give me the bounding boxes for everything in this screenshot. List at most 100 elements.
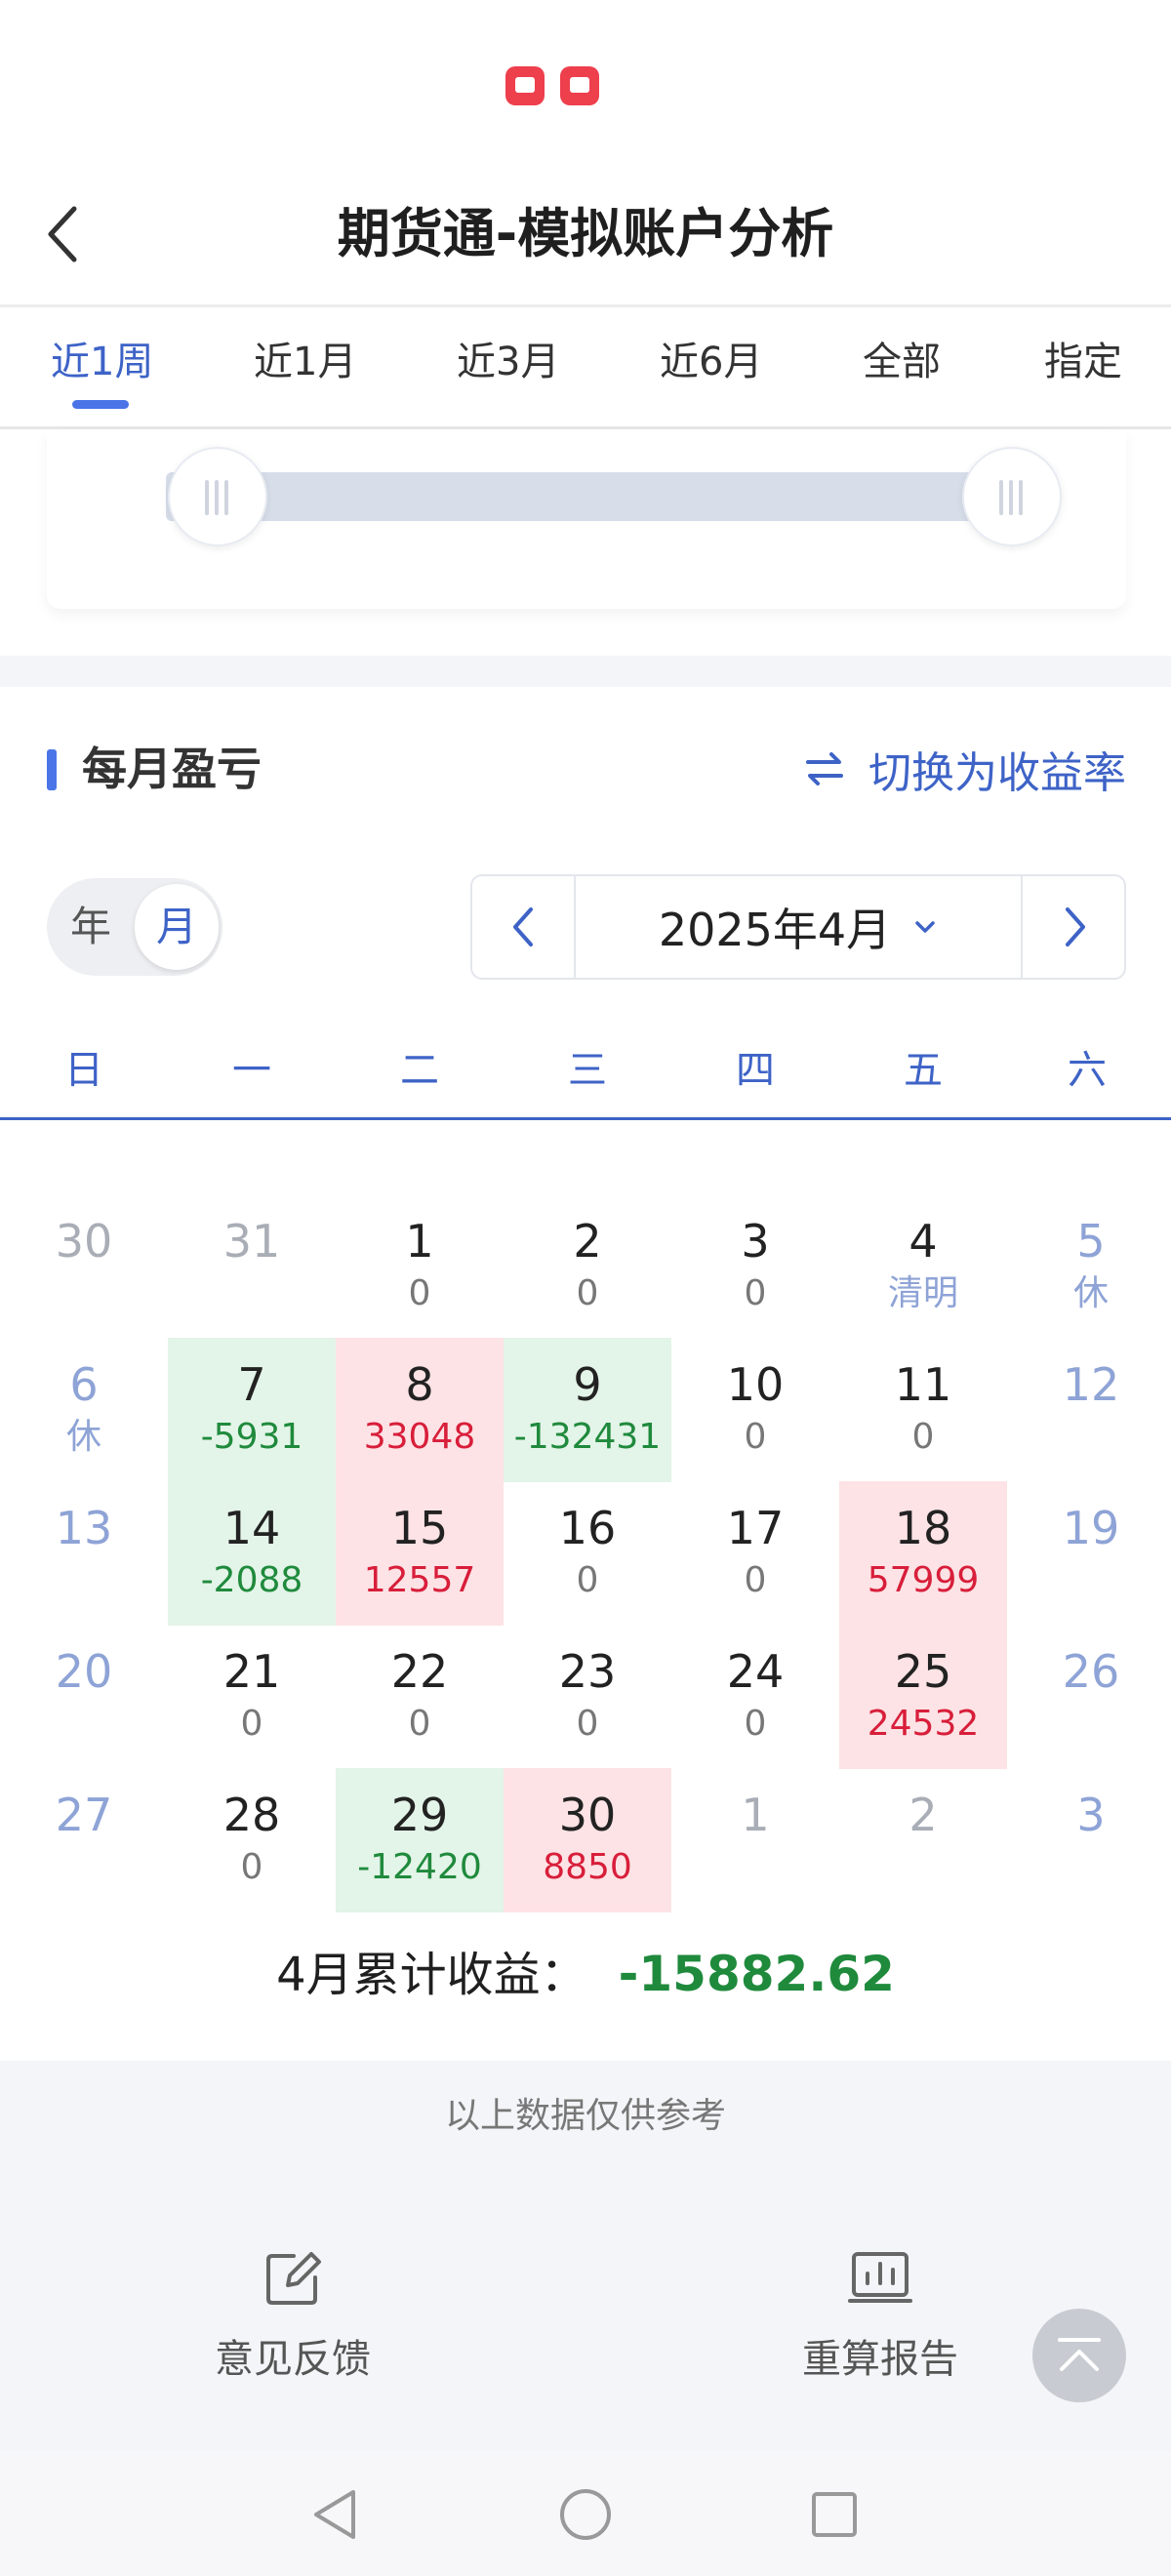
calendar-day-cell[interactable]: 12: [1007, 1338, 1171, 1482]
calendar-day-cell[interactable]: 9 -132431: [504, 1338, 671, 1482]
monthly-total-value: -15882.62: [618, 1946, 895, 2002]
calendar-day-cell[interactable]: 31: [168, 1194, 336, 1339]
month-select[interactable]: 2025年4月: [576, 876, 1021, 978]
calendar-day-cell[interactable]: 6休: [0, 1338, 168, 1482]
tab-3-month[interactable]: 近3月: [457, 338, 559, 386]
calendar-day-cell[interactable]: 15 12557: [336, 1481, 504, 1626]
calendar-day-cell[interactable]: 30: [0, 1194, 168, 1339]
calendar-day-number: 1: [405, 1215, 434, 1268]
calendar-day-pnl: 8850: [543, 1847, 632, 1887]
calendar-day-cell[interactable]: 3: [1007, 1768, 1171, 1912]
calendar-day-number: 30: [558, 1789, 617, 1841]
calendar-day-pnl: 0: [744, 1417, 767, 1457]
tab-1-month[interactable]: 近1月: [254, 338, 356, 386]
tab-all[interactable]: 全部: [863, 338, 941, 386]
calendar-day-number: 20: [55, 1645, 113, 1698]
report-chart-icon: [848, 2252, 912, 2303]
calendar-day-pnl: -12420: [357, 1847, 482, 1887]
nav-recent-button[interactable]: [800, 2480, 868, 2549]
switch-to-return-rate-button[interactable]: 切换为收益率: [802, 740, 1126, 798]
range-slider-track[interactable]: [166, 472, 1005, 521]
calendar-day-cell[interactable]: 11 0: [839, 1338, 1007, 1482]
calendar-day-pnl: -132431: [513, 1417, 662, 1457]
monthly-total: 4月累计收益： -15882.62: [0, 1940, 1171, 2009]
calendar-day-pnl: -5931: [200, 1417, 303, 1457]
calendar-day-cell[interactable]: 17 0: [671, 1481, 839, 1626]
tab-custom[interactable]: 指定: [1044, 338, 1122, 386]
calendar-day-cell[interactable]: 4 清明: [839, 1194, 1007, 1339]
calendar-day-cell[interactable]: 2: [839, 1768, 1007, 1912]
book-app-icon: [560, 66, 599, 105]
calendar-day-pnl: 休: [1072, 1273, 1109, 1313]
nav-home-button[interactable]: [551, 2480, 620, 2549]
calendar-day-cell[interactable]: 10 0: [671, 1338, 839, 1482]
calendar-day-number: 29: [390, 1789, 449, 1841]
active-tab-indicator: [72, 400, 129, 409]
calendar-day-number: 9: [573, 1358, 602, 1411]
calendar-day-cell[interactable]: 25 24532: [839, 1625, 1007, 1769]
calendar-day-cell[interactable]: 23 0: [504, 1625, 671, 1769]
calendar-day-number: 1: [741, 1789, 770, 1841]
next-month-button[interactable]: [1021, 876, 1124, 978]
calendar-day-cell[interactable]: 18 57999: [839, 1481, 1007, 1626]
toggle-month[interactable]: 月: [135, 884, 219, 970]
calendar-day-number: 30: [55, 1215, 113, 1268]
weekday-sun: 日: [64, 1048, 103, 1093]
page-title: 期货通-模拟账户分析: [337, 203, 834, 264]
calendar-day-number: 3: [1076, 1789, 1106, 1841]
status-bar: [0, 0, 1171, 166]
year-month-toggle: 年 月: [47, 878, 222, 976]
calendar-day-cell[interactable]: 10: [336, 1194, 504, 1339]
feedback-label: 意见反馈: [215, 2337, 371, 2382]
calendar-day-number: 12: [1062, 1358, 1120, 1411]
calendar-day-cell[interactable]: 8 33048: [336, 1338, 504, 1482]
chevron-down-icon: [915, 921, 935, 933]
calendar-day-cell[interactable]: 26: [1007, 1625, 1171, 1769]
tab-1-week[interactable]: 近1周: [51, 338, 153, 386]
calendar-day-cell[interactable]: 30: [671, 1194, 839, 1339]
calendar-day-cell[interactable]: 20: [0, 1625, 168, 1769]
nav-home-icon: [560, 2489, 611, 2540]
calendar-day-number: 3: [741, 1215, 770, 1268]
scroll-to-top-button[interactable]: [1032, 2309, 1126, 2402]
calendar-day-number: 2: [573, 1215, 602, 1268]
calendar-day-cell[interactable]: 5休: [1007, 1194, 1171, 1339]
recalculate-report-button[interactable]: 重算报告: [734, 2244, 1027, 2387]
range-slider-end-handle[interactable]: [962, 447, 1062, 546]
range-slider-start-handle[interactable]: [168, 447, 267, 546]
chevron-right-icon: [1066, 907, 1085, 946]
calendar-day-cell[interactable]: 14 -2088: [168, 1481, 336, 1626]
calendar-day-cell[interactable]: 19: [1007, 1481, 1171, 1626]
calendar-day-number: 6: [69, 1358, 99, 1411]
calendar-day-pnl: 0: [408, 1273, 431, 1313]
calendar-day-pnl: 0: [576, 1560, 599, 1600]
calendar-day-cell[interactable]: 16 0: [504, 1481, 671, 1626]
calendar-day-number: 24: [726, 1645, 785, 1698]
calendar-day-cell[interactable]: 20: [504, 1194, 671, 1339]
previous-month-button[interactable]: [472, 876, 576, 978]
calendar-day-cell[interactable]: 29 -12420: [336, 1768, 504, 1912]
weekday-header: 日 一 二 三 四 五 六: [0, 1034, 1171, 1120]
calendar-day-cell[interactable]: 22 0: [336, 1625, 504, 1769]
calendar-day-pnl: 57999: [867, 1560, 980, 1600]
weekday-wed: 三: [568, 1048, 607, 1093]
feedback-button[interactable]: 意见反馈: [146, 2244, 439, 2387]
tab-6-month[interactable]: 近6月: [660, 338, 762, 386]
month-picker: 2025年4月: [470, 874, 1126, 980]
calendar-day-cell[interactable]: 24 0: [671, 1625, 839, 1769]
calendar-day-cell[interactable]: 30 8850: [504, 1768, 671, 1912]
weekday-sat: 六: [1068, 1048, 1107, 1093]
calendar-day-number: 25: [894, 1645, 952, 1698]
switch-label: 切换为收益率: [868, 748, 1126, 798]
calendar-day-cell[interactable]: 27: [0, 1768, 168, 1912]
calendar-day-cell[interactable]: 7 -5931: [168, 1338, 336, 1482]
calendar-day-pnl: -2088: [200, 1560, 303, 1600]
calendar-day-number: 11: [894, 1358, 952, 1411]
calendar-day-cell[interactable]: 21 0: [168, 1625, 336, 1769]
calendar-day-pnl: 33048: [363, 1417, 476, 1457]
calendar-day-cell[interactable]: 13: [0, 1481, 168, 1626]
nav-back-button[interactable]: [303, 2480, 371, 2549]
calendar-day-cell[interactable]: 1: [671, 1768, 839, 1912]
calendar-day-cell[interactable]: 28 0: [168, 1768, 336, 1912]
toggle-year[interactable]: 年: [70, 900, 111, 954]
